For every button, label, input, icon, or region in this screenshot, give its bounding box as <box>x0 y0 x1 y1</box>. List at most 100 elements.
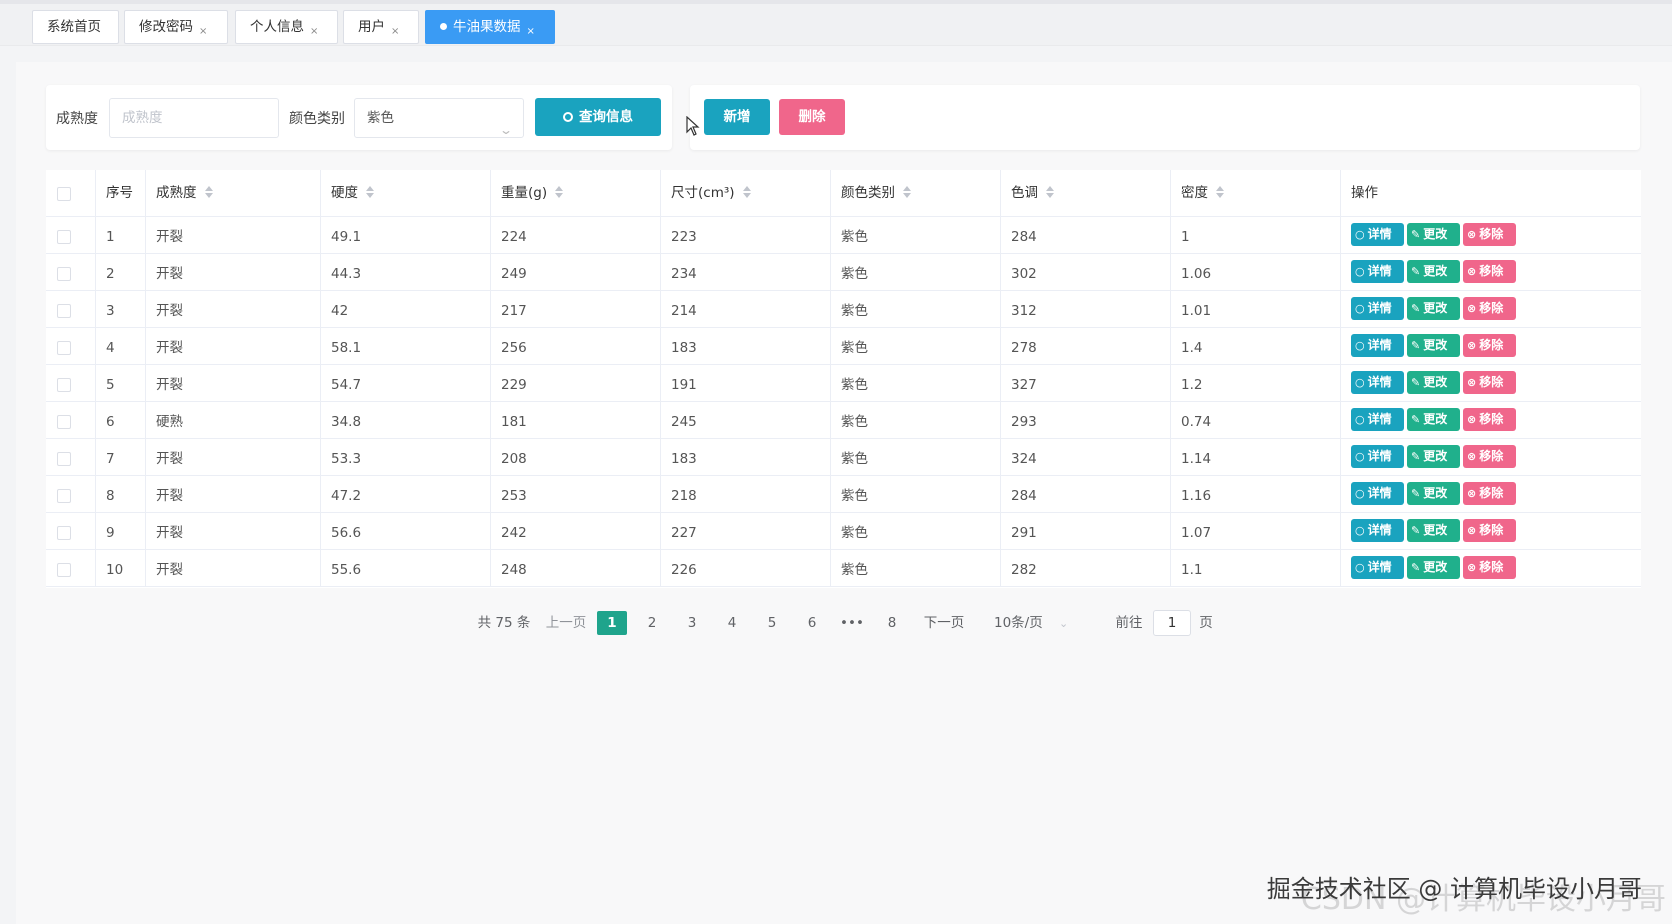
page-number[interactable]: 8 <box>877 608 907 638</box>
action-label: 更改 <box>1423 523 1448 537</box>
row-checkbox[interactable] <box>57 304 71 318</box>
close-icon[interactable]: × <box>527 26 535 37</box>
close-icon[interactable]: × <box>199 26 207 37</box>
remove-button[interactable]: ⊗ 移除 <box>1463 482 1516 505</box>
cell-hardness: 49.1 <box>321 217 491 254</box>
col-hue[interactable]: 色调 <box>1001 170 1171 217</box>
col-size[interactable]: 尺寸(cm³) <box>661 170 831 217</box>
row-checkbox[interactable] <box>57 230 71 244</box>
col-density[interactable]: 密度 <box>1171 170 1341 217</box>
close-icon[interactable]: × <box>310 26 318 37</box>
col-weight[interactable]: 重量(g) <box>491 170 661 217</box>
prev-page-button[interactable]: 上一页 <box>544 608 588 638</box>
remove-button[interactable]: ⊗ 移除 <box>1463 334 1516 357</box>
search-icon: ○ <box>1355 413 1365 426</box>
cell-index: 8 <box>96 476 146 513</box>
row-checkbox[interactable] <box>57 563 71 577</box>
edit-button[interactable]: ✎ 更改 <box>1407 371 1460 394</box>
row-checkbox[interactable] <box>57 267 71 281</box>
cell-weight: 242 <box>491 513 661 550</box>
row-checkbox[interactable] <box>57 489 71 503</box>
delete-button[interactable]: 删除 <box>779 99 845 135</box>
cell-density: 1.14 <box>1171 439 1341 476</box>
remove-button[interactable]: ⊗ 移除 <box>1463 556 1516 579</box>
sort-icon[interactable] <box>555 186 564 198</box>
row-checkbox[interactable] <box>57 526 71 540</box>
goto-page-input[interactable]: 1 <box>1153 610 1191 636</box>
row-checkbox[interactable] <box>57 452 71 466</box>
edit-button[interactable]: ✎ 更改 <box>1407 408 1460 431</box>
edit-button[interactable]: ✎ 更改 <box>1407 260 1460 283</box>
remove-button[interactable]: ⊗ 移除 <box>1463 297 1516 320</box>
edit-button[interactable]: ✎ 更改 <box>1407 334 1460 357</box>
edit-button[interactable]: ✎ 更改 <box>1407 297 1460 320</box>
detail-button[interactable]: ○ 详情 <box>1351 445 1404 468</box>
edit-button[interactable]: ✎ 更改 <box>1407 556 1460 579</box>
detail-button[interactable]: ○ 详情 <box>1351 260 1404 283</box>
detail-button[interactable]: ○ 详情 <box>1351 297 1404 320</box>
search-icon: ○ <box>1355 450 1365 463</box>
row-checkbox[interactable] <box>57 378 71 392</box>
next-page-button[interactable]: 下一页 <box>922 608 966 638</box>
page-number[interactable]: 4 <box>717 608 747 638</box>
ripeness-input[interactable]: 成熟度 <box>109 98 279 138</box>
remove-button[interactable]: ⊗ 移除 <box>1463 408 1516 431</box>
col-ripeness[interactable]: 成熟度 <box>146 170 321 217</box>
row-checkbox-cell <box>46 254 96 291</box>
sort-icon[interactable] <box>1046 186 1054 198</box>
tab-change-password[interactable]: 修改密码 × <box>124 10 228 44</box>
action-label: 移除 <box>1479 486 1504 500</box>
detail-button[interactable]: ○ 详情 <box>1351 482 1404 505</box>
detail-button[interactable]: ○ 详情 <box>1351 223 1404 246</box>
row-checkbox[interactable] <box>57 341 71 355</box>
col-color[interactable]: 颜色类别 <box>831 170 1001 217</box>
page-number[interactable]: 1 <box>597 611 627 635</box>
detail-button[interactable]: ○ 详情 <box>1351 371 1404 394</box>
sort-icon[interactable] <box>204 186 213 198</box>
remove-button[interactable]: ⊗ 移除 <box>1463 223 1516 246</box>
remove-button[interactable]: ⊗ 移除 <box>1463 445 1516 468</box>
remove-button[interactable]: ⊗ 移除 <box>1463 519 1516 542</box>
color-select[interactable]: 紫色 ⌄ <box>354 98 524 138</box>
row-checkbox[interactable] <box>57 415 71 429</box>
col-actions: 操作 <box>1351 185 1378 201</box>
tab-profile[interactable]: 个人信息 × <box>235 10 338 44</box>
cell-color: 紫色 <box>831 402 1001 439</box>
sort-icon[interactable] <box>742 186 751 198</box>
detail-button[interactable]: ○ 详情 <box>1351 519 1404 542</box>
cell-ripeness: 开裂 <box>146 217 321 254</box>
page-number[interactable]: 2 <box>637 608 667 638</box>
page-size-select[interactable]: 10条/页 ⌄ <box>994 608 1074 639</box>
detail-button[interactable]: ○ 详情 <box>1351 334 1404 357</box>
page-number[interactable]: 5 <box>757 608 787 638</box>
table-row: 3 开裂 42 217 214 紫色 312 1.01 ○ 详情 ✎ 更改 ⊗ 移除 <box>46 291 1641 328</box>
sort-icon[interactable] <box>903 186 911 198</box>
more-pages-icon[interactable]: ••• <box>837 608 867 638</box>
page-number[interactable]: 6 <box>797 608 827 638</box>
sort-icon[interactable] <box>366 186 374 198</box>
remove-button[interactable]: ⊗ 移除 <box>1463 260 1516 283</box>
query-button[interactable]: 查询信息 <box>535 98 661 136</box>
page-number[interactable]: 3 <box>677 608 707 638</box>
action-label: 移除 <box>1479 375 1504 389</box>
edit-button[interactable]: ✎ 更改 <box>1407 482 1460 505</box>
sort-icon[interactable] <box>1216 186 1224 198</box>
col-hardness[interactable]: 硬度 <box>321 170 491 217</box>
edit-button[interactable]: ✎ 更改 <box>1407 445 1460 468</box>
edit-button[interactable]: ✎ 更改 <box>1407 519 1460 542</box>
remove-button[interactable]: ⊗ 移除 <box>1463 371 1516 394</box>
cell-size: 218 <box>661 476 831 513</box>
action-label: 移除 <box>1479 301 1504 315</box>
detail-button[interactable]: ○ 详情 <box>1351 556 1404 579</box>
tab-home[interactable]: 系统首页 <box>32 10 119 44</box>
tab-avocado-data[interactable]: 牛油果数据 × <box>425 10 555 44</box>
close-icon[interactable]: × <box>391 26 399 37</box>
row-actions: ○ 详情 ✎ 更改 ⊗ 移除 <box>1341 217 1641 254</box>
action-label: 移除 <box>1479 449 1504 463</box>
detail-button[interactable]: ○ 详情 <box>1351 408 1404 431</box>
cell-ripeness: 开裂 <box>146 365 321 402</box>
edit-button[interactable]: ✎ 更改 <box>1407 223 1460 246</box>
select-all-checkbox[interactable] <box>57 187 71 201</box>
tab-users[interactable]: 用户 × <box>343 10 419 44</box>
add-button[interactable]: 新增 <box>704 99 770 135</box>
